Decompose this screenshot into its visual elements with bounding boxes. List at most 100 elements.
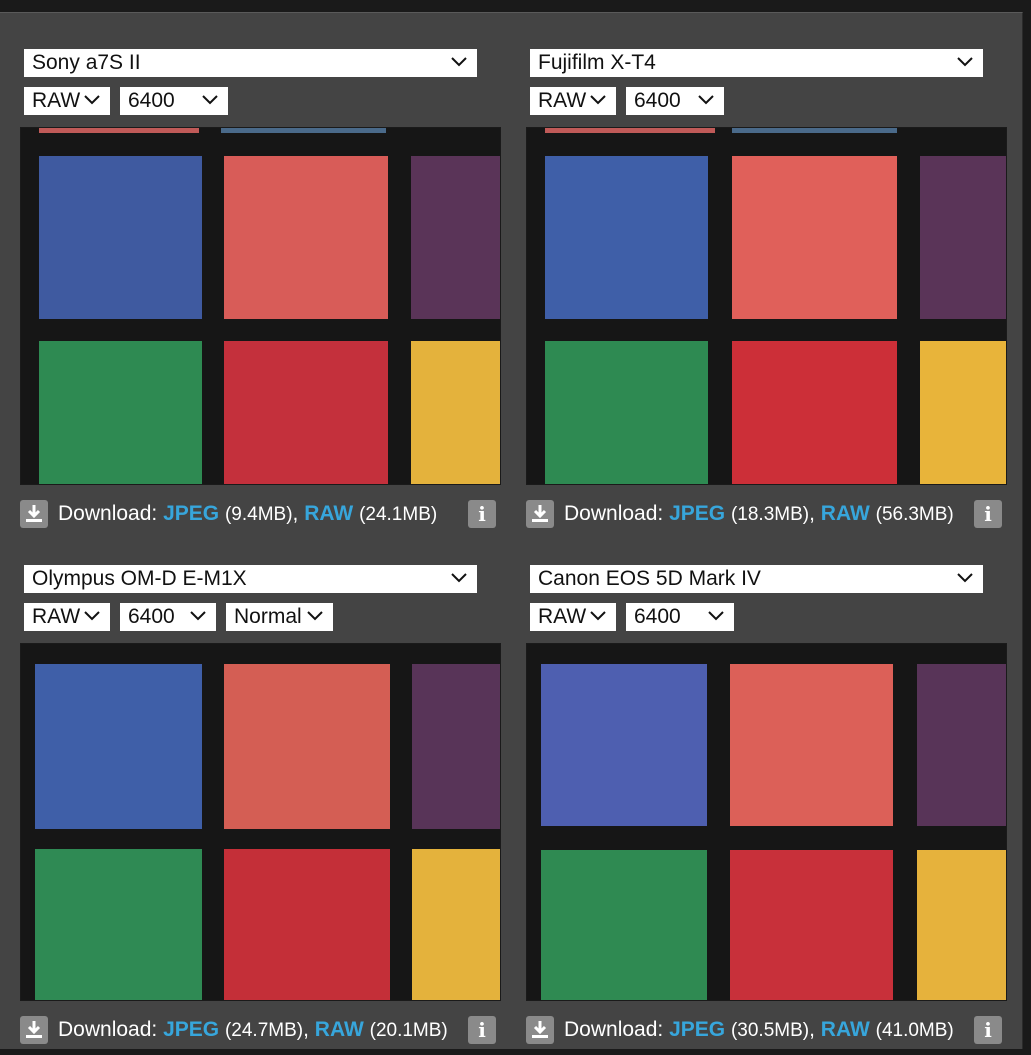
patch-purple	[412, 664, 500, 829]
format-select[interactable]: RAW	[24, 87, 110, 115]
format-select-value: RAW	[538, 605, 587, 628]
patch-blue	[39, 156, 202, 319]
chevron-down-icon	[708, 611, 724, 621]
comparison-panel-canon: Canon EOS 5D Mark IV RAW 6400 Download: …	[526, 541, 1012, 1044]
separator-comma: ,	[292, 502, 299, 525]
iso-select[interactable]: 6400	[120, 87, 228, 115]
chevron-down-icon	[957, 573, 973, 583]
patch-purple	[920, 156, 1006, 319]
patch-green	[545, 341, 708, 484]
color-checker-crop	[21, 128, 500, 484]
patch-red	[730, 850, 893, 1000]
iso-select-value: 6400	[634, 89, 681, 112]
download-row: Download: JPEG (18.3MB), RAW (56.3MB) i	[526, 497, 1012, 531]
patch-yellow	[411, 341, 500, 484]
sample-image-viewer[interactable]	[526, 127, 1007, 485]
sample-image-viewer[interactable]	[526, 643, 1007, 1001]
download-label: Download:	[58, 502, 158, 525]
format-select[interactable]: RAW	[530, 603, 616, 631]
mode-select[interactable]: Normal	[226, 603, 333, 631]
patch-salmon	[224, 664, 390, 829]
download-icon[interactable]	[20, 500, 48, 528]
download-links: Download: JPEG (9.4MB), RAW (24.1MB)	[58, 497, 437, 532]
download-links: Download: JPEG (30.5MB), RAW (41.0MB)	[564, 1013, 954, 1048]
camera-select[interactable]: Fujifilm X-T4	[530, 49, 983, 77]
jpeg-download-link[interactable]: JPEG	[669, 502, 725, 525]
comparison-widget: Sony a7S II RAW 6400 Download: JPEG (9.4…	[0, 12, 1023, 1049]
jpeg-download-link[interactable]: JPEG	[163, 1018, 219, 1041]
patch-blue	[545, 156, 708, 319]
color-checker-crop	[21, 644, 500, 1000]
color-checker-crop	[527, 644, 1006, 1000]
download-icon[interactable]	[20, 1016, 48, 1044]
chevron-down-icon	[84, 611, 100, 621]
comparison-panel-fujifilm: Fujifilm X-T4 RAW 6400 Download: JPEG (1…	[526, 25, 1012, 528]
info-button[interactable]: i	[974, 1016, 1002, 1044]
chevron-down-icon	[84, 95, 100, 105]
chevron-down-icon	[957, 57, 973, 67]
iso-select[interactable]: 6400	[626, 87, 724, 115]
info-button[interactable]: i	[468, 500, 496, 528]
color-checker-crop	[527, 128, 1006, 484]
camera-select-value: Canon EOS 5D Mark IV	[538, 567, 761, 590]
patch-red	[224, 341, 388, 484]
chevron-down-icon	[451, 573, 467, 583]
patch-yellow	[917, 850, 1006, 1000]
download-label: Download:	[564, 1018, 664, 1041]
raw-size: (24.1MB)	[359, 504, 438, 525]
patch-salmon	[730, 664, 893, 826]
download-label: Download:	[58, 1018, 158, 1041]
chevron-down-icon	[698, 95, 714, 105]
chevron-down-icon	[451, 57, 467, 67]
jpeg-download-link[interactable]: JPEG	[163, 502, 219, 525]
iso-select[interactable]: 6400	[626, 603, 734, 631]
sample-image-viewer[interactable]	[20, 127, 501, 485]
separator-comma: ,	[809, 502, 815, 525]
raw-download-link[interactable]: RAW	[304, 502, 353, 525]
camera-select[interactable]: Olympus OM-D E-M1X	[24, 565, 477, 593]
download-label: Download:	[564, 502, 664, 525]
download-icon[interactable]	[526, 1016, 554, 1044]
iso-select-value: 6400	[634, 605, 681, 628]
camera-select[interactable]: Sony a7S II	[24, 49, 477, 77]
camera-select[interactable]: Canon EOS 5D Mark IV	[530, 565, 983, 593]
patch-green	[541, 850, 707, 1000]
patch-red	[224, 849, 390, 1000]
download-icon[interactable]	[526, 500, 554, 528]
patch-green	[35, 849, 202, 1000]
raw-download-link[interactable]: RAW	[315, 1018, 364, 1041]
download-row: Download: JPEG (24.7MB), RAW (20.1MB) i	[20, 1013, 506, 1047]
format-select-value: RAW	[32, 605, 81, 628]
patch-salmon	[224, 156, 388, 319]
download-links: Download: JPEG (18.3MB), RAW (56.3MB)	[564, 497, 954, 532]
format-select-value: RAW	[538, 89, 587, 112]
patch-yellow	[412, 849, 500, 1000]
patch-purple	[917, 664, 1006, 826]
patch-blue	[541, 664, 707, 826]
raw-size: (20.1MB)	[369, 1020, 448, 1041]
chevron-down-icon	[590, 95, 606, 105]
patch-green	[39, 341, 202, 484]
raw-size: (56.3MB)	[875, 504, 954, 525]
info-button[interactable]: i	[468, 1016, 496, 1044]
jpeg-download-link[interactable]: JPEG	[669, 1018, 725, 1041]
raw-download-link[interactable]: RAW	[821, 1018, 870, 1041]
patch-red	[732, 341, 897, 484]
download-row: Download: JPEG (30.5MB), RAW (41.0MB) i	[526, 1013, 1012, 1047]
separator-comma: ,	[303, 1018, 309, 1041]
format-select-value: RAW	[32, 89, 81, 112]
iso-select[interactable]: 6400	[120, 603, 216, 631]
raw-download-link[interactable]: RAW	[821, 502, 870, 525]
sample-image-viewer[interactable]	[20, 643, 501, 1001]
comparison-panel-sony: Sony a7S II RAW 6400 Download: JPEG (9.4…	[20, 25, 506, 528]
patch-salmon	[732, 156, 897, 319]
format-select[interactable]: RAW	[24, 603, 110, 631]
format-select[interactable]: RAW	[530, 87, 616, 115]
jpeg-size: (24.7MB)	[224, 1020, 304, 1041]
mode-select-value: Normal	[234, 605, 302, 628]
chevron-down-icon	[190, 611, 206, 621]
patch-blue	[35, 664, 202, 829]
patch-yellow	[920, 341, 1006, 484]
chevron-down-icon	[202, 95, 218, 105]
info-button[interactable]: i	[974, 500, 1002, 528]
